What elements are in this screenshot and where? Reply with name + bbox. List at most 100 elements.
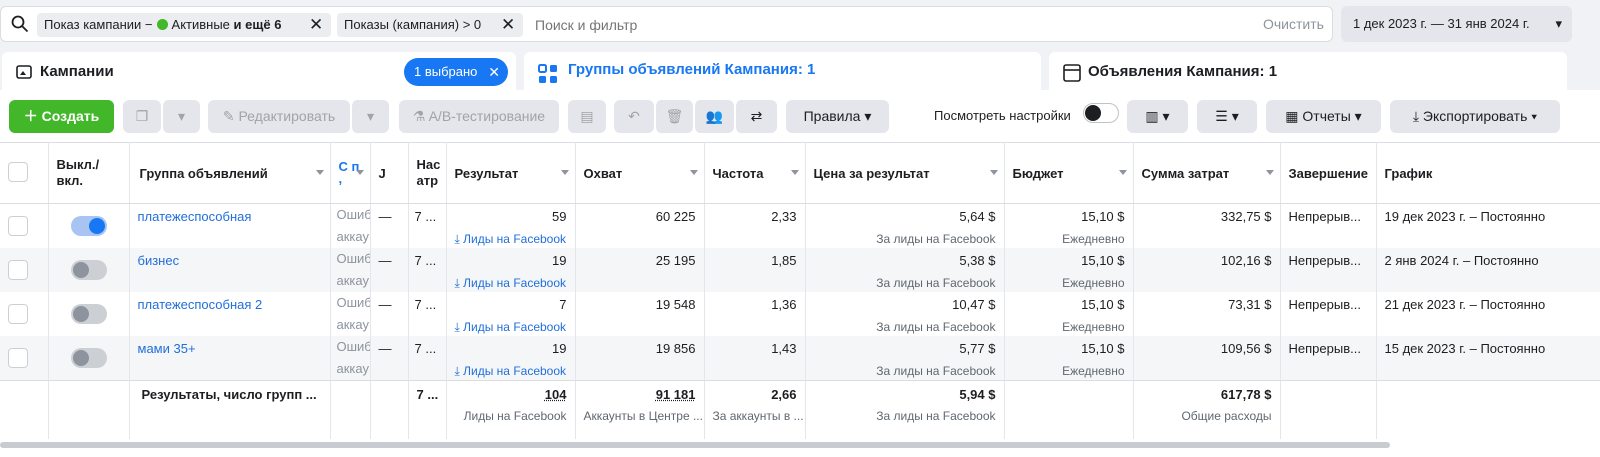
close-icon[interactable]: ✕	[488, 58, 500, 86]
tab-label: Группы объявлений Кампания: 1	[568, 61, 816, 78]
frequency-value: 1,85	[771, 253, 797, 268]
reach-value: 60 225	[655, 209, 696, 224]
col-cost-per-result[interactable]: Цена за результат	[805, 142, 1005, 204]
columns-button[interactable]: ▥ ▾	[1127, 100, 1188, 133]
create-button[interactable]: ＋ Создать	[9, 100, 114, 133]
ab-test-button[interactable]: ⚗ A/B-тестирование	[399, 100, 559, 133]
close-icon[interactable]: ✕	[501, 13, 515, 37]
col-ends[interactable]: Завершение	[1280, 142, 1377, 204]
row-toggle[interactable]	[70, 348, 107, 368]
delivery-status: Ошиб	[336, 251, 370, 266]
ends-value: Непрерыв...	[1280, 203, 1377, 248]
undo-button[interactable]: ↶	[614, 100, 654, 133]
cost-per-result-value: 5,77 $	[959, 341, 996, 356]
row-checkbox[interactable]	[8, 304, 28, 324]
reach-value: 19 548	[655, 297, 696, 312]
reach-value: 19 856	[655, 341, 696, 356]
columns-icon: ▥ ▾	[1145, 108, 1170, 124]
result-value: 19	[552, 341, 567, 356]
edit-button[interactable]: ✎ Редактировать	[208, 100, 350, 133]
view-settings-toggle[interactable]	[1083, 103, 1119, 123]
filter-chip-impressions[interactable]: Показы (кампания) > 0 ✕	[337, 13, 523, 37]
table-row[interactable]: платежеспособная 2 Ошиб аккау —7 ... 7 ⤓ Лиды…	[0, 292, 1600, 336]
selected-badge[interactable]: 1 выбрано ✕	[404, 58, 508, 86]
col-attribution[interactable]: Нас атр	[408, 142, 447, 204]
row-checkbox[interactable]	[8, 260, 28, 280]
cost-per-result-value: 10,47 $	[952, 297, 996, 312]
breakdown-button[interactable]: ☰ ▾	[1197, 100, 1257, 133]
col-frequency[interactable]: Частота	[704, 142, 806, 204]
chip-value: Активные	[171, 17, 230, 32]
download-icon: ⤓	[454, 320, 464, 334]
adset-name-link[interactable]: платежеспособная	[138, 209, 252, 224]
budget-type: Ежедневно	[1062, 276, 1125, 290]
col-result[interactable]: Результат	[446, 142, 576, 204]
frequency-value: 2,33	[771, 209, 797, 224]
tab-label: Объявления Кампания: 1	[1088, 63, 1278, 80]
table-row[interactable]: платежеспособная Ошиб аккау —7 ... 59 ⤓ Лиды …	[0, 203, 1600, 248]
preview-button[interactable]: ⇄	[735, 100, 777, 133]
chevron-down-icon: ▾	[177, 108, 186, 124]
delivery-status-sub: аккау	[336, 361, 369, 376]
tab-label: Кампании	[40, 63, 114, 80]
undo-icon: ↶	[628, 108, 640, 124]
row-toggle[interactable]	[70, 304, 107, 324]
horizontal-scrollbar[interactable]	[0, 442, 1390, 448]
date-range: 1 дек 2023 г. — 31 янв 2024 г.	[1353, 16, 1530, 31]
col-amount-spent[interactable]: Сумма затрат	[1133, 142, 1281, 204]
col-adset-name[interactable]: Группа объявлений	[129, 142, 331, 204]
result-value: 59	[552, 209, 567, 224]
chevron-down-icon: ▾	[1555, 16, 1562, 31]
col-delivery[interactable]: С п ,	[330, 142, 371, 204]
audience-button[interactable]: 👥	[694, 100, 734, 133]
export-button[interactable]: ⤓ Экспортировать ▾	[1390, 100, 1560, 133]
row-toggle[interactable]	[70, 216, 107, 236]
budget-type: Ежедневно	[1062, 232, 1125, 246]
table-row[interactable]: мами 35+ Ошиб аккау —7 ... 19 ⤓ Лиды на Faceb…	[0, 336, 1600, 381]
grid-icon	[538, 64, 557, 83]
delete-button[interactable]: 🗑	[655, 100, 693, 133]
col-onoff[interactable]: Выкл./ вкл.	[48, 142, 130, 204]
duplicate-button[interactable]: ❐	[123, 100, 161, 133]
row-checkbox[interactable]	[8, 348, 28, 368]
rules-button[interactable]: Правила ▾	[786, 100, 889, 133]
result-value: 19	[552, 253, 567, 268]
close-icon[interactable]: ✕	[309, 13, 323, 37]
cost-per-result-value: 5,38 $	[959, 253, 996, 268]
duplicate-dropdown[interactable]: ▾	[162, 100, 200, 133]
totals-reach: 91 181	[655, 387, 696, 402]
adset-name-link[interactable]: бизнес	[138, 253, 180, 268]
search-icon	[11, 15, 29, 33]
adset-name-link[interactable]: платежеспособная 2	[138, 297, 263, 312]
delivery-status: Ошиб	[336, 295, 370, 310]
frequency-value: 1,36	[771, 297, 797, 312]
col-budget[interactable]: Бюджет	[1004, 142, 1134, 204]
reports-button[interactable]: ▦ Отчеты ▾	[1266, 100, 1381, 133]
col-schedule[interactable]: График	[1376, 142, 1600, 204]
filter-chip-campaign-delivery[interactable]: Показ кампании − Активные и ещё 6 ✕	[37, 13, 331, 37]
budget-type: Ежедневно	[1062, 320, 1125, 334]
col-reach[interactable]: Охват	[575, 142, 705, 204]
table-row[interactable]: бизнес Ошиб аккау —7 ... 19 ⤓ Лиды на Faceboo…	[0, 248, 1600, 292]
chip-label: Показы (кампания) > 0	[344, 17, 482, 32]
attribution-setting: 7 ...	[408, 248, 447, 292]
totals-cpr-sub: За лиды на Facebook	[876, 409, 996, 423]
budget-value: 15,10 $	[1081, 297, 1125, 312]
table-body: платежеспособная Ошиб аккау —7 ... 59 ⤓ Лиды …	[0, 203, 1600, 439]
row-toggle-cell	[48, 203, 130, 248]
filter-bar: Показ кампании − Активные и ещё 6 ✕ Показ…	[0, 6, 1333, 42]
select-all-checkbox[interactable]	[8, 161, 28, 182]
edit-dropdown[interactable]: ▾	[351, 100, 389, 133]
search-input[interactable]	[535, 13, 835, 37]
clear-button[interactable]: Очистить	[1263, 16, 1324, 32]
result-type: Лиды на Facebook	[463, 364, 567, 378]
col-bid[interactable]: Ј	[370, 142, 409, 204]
date-range-picker[interactable]: 1 дек 2023 г. — 31 янв 2024 г. ▾	[1341, 6, 1572, 42]
row-checkbox[interactable]	[8, 216, 28, 236]
reach-value: 25 195	[655, 253, 696, 268]
row-toggle[interactable]	[70, 260, 107, 280]
clipboard-button[interactable]: ▤	[568, 100, 606, 133]
delivery-status-sub: аккау	[336, 229, 369, 244]
adset-name-link[interactable]: мами 35+	[138, 341, 196, 356]
amount-spent-value: 102,16 $	[1220, 253, 1272, 268]
